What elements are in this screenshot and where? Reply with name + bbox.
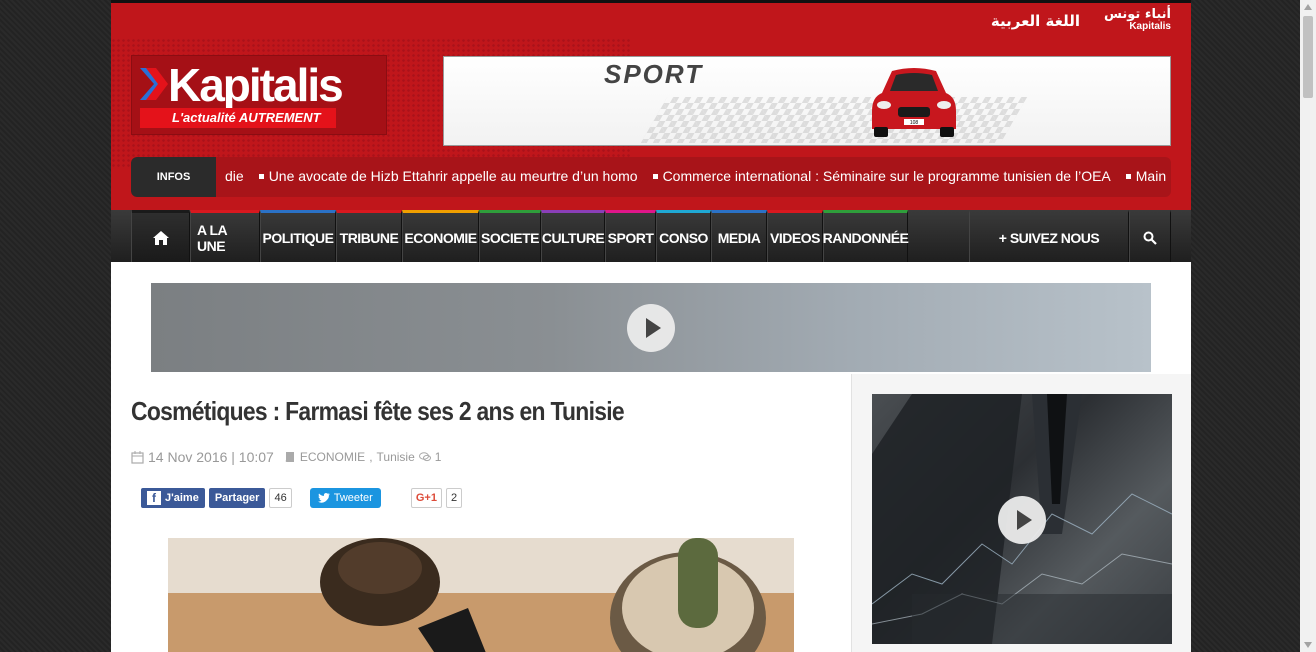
nav-item-economie[interactable]: ECONOMIE bbox=[402, 210, 479, 262]
nav-item-label: A LA UNE bbox=[197, 221, 227, 254]
article-photo bbox=[168, 538, 794, 652]
nav-item-sport[interactable]: SPORT bbox=[605, 210, 656, 262]
share-label: Partager bbox=[214, 492, 260, 504]
ticker-bullet bbox=[258, 173, 264, 179]
logo-tagline: L'actualité AUTREMENT bbox=[140, 108, 336, 128]
nav-right: + SUIVEZ NOUS bbox=[969, 210, 1171, 262]
nav-item-tribune[interactable]: TRIBUNE bbox=[336, 210, 402, 262]
logo-tagline-b: AUTREMENT bbox=[238, 110, 321, 125]
nav-item-label: TRIBUNE bbox=[339, 229, 399, 246]
nav-item-videos[interactable]: VIDEOS bbox=[767, 210, 823, 262]
scroll-thumb[interactable] bbox=[1303, 16, 1313, 98]
nav-item-societe[interactable]: SOCIETE bbox=[479, 210, 541, 262]
banner-sport-text: SPORT bbox=[604, 59, 704, 89]
twitter-bird-icon bbox=[317, 493, 330, 503]
ticker-item[interactable]: Main bbox=[1136, 168, 1166, 184]
facebook-like-button[interactable]: f J'aime bbox=[141, 488, 205, 508]
search-button[interactable] bbox=[1129, 210, 1171, 262]
ticker-bullet bbox=[1125, 173, 1131, 179]
arabic-site-logo[interactable]: أنباء تونس Kapitalis bbox=[1104, 7, 1171, 33]
news-ticker: INFOS die Une avocate de Hizb Ettahrir ap… bbox=[131, 157, 1171, 197]
nav-item-label: ECONOMIE bbox=[404, 229, 477, 246]
scroll-up-arrow-icon[interactable] bbox=[1304, 4, 1312, 10]
nav-item-label: MEDIA bbox=[717, 229, 761, 246]
home-icon bbox=[152, 230, 169, 245]
ticker-label: INFOS bbox=[131, 157, 216, 197]
article-comments-count[interactable]: 1 bbox=[435, 450, 442, 464]
calendar-icon bbox=[131, 450, 144, 464]
site-logo[interactable]: Kapitalis L'actualité AUTREMENT bbox=[131, 55, 387, 135]
nav-item-media[interactable]: MEDIA bbox=[711, 210, 767, 262]
plate-text: 108 bbox=[910, 120, 919, 126]
nav-item-label: SPORT bbox=[607, 229, 654, 246]
article-category[interactable]: ECONOMIE bbox=[300, 450, 365, 464]
play-icon[interactable] bbox=[627, 304, 675, 352]
car-image: 108 bbox=[872, 68, 956, 137]
nav-item-conso[interactable]: CONSO bbox=[656, 210, 711, 262]
follow-us-label: + SUIVEZ NOUS bbox=[998, 229, 1100, 246]
sidebar-video-ad[interactable] bbox=[872, 394, 1172, 644]
google-plus-button[interactable]: G+1 bbox=[410, 488, 442, 508]
comments-icon bbox=[418, 452, 431, 462]
page: اللغة العربية أنباء تونس Kapitalis Kapit… bbox=[111, 0, 1191, 652]
article-title: Cosmétiques : Farmasi fête ses 2 ans en … bbox=[131, 396, 625, 426]
nav-items: A LA UNE POLITIQUE TRIBUNE ECONOMIE SOCIETE C… bbox=[131, 210, 909, 262]
nav-item-label: RANDONNÉE bbox=[822, 229, 909, 246]
facebook-share-button[interactable]: Partager bbox=[208, 488, 266, 508]
article-meta: 14 Nov 2016 | 10:07 ECONOMIE, Tunisie 1 bbox=[131, 449, 831, 465]
logo-name: Kapitalis bbox=[168, 59, 344, 111]
nav-item-label: POLITIQUE bbox=[262, 229, 334, 246]
video-ad-strip[interactable] bbox=[151, 283, 1151, 372]
nav-item-randonnée[interactable]: RANDONNÉE bbox=[822, 210, 909, 262]
nav-item-a-la-une[interactable]: A LA UNE bbox=[190, 210, 260, 262]
logo-tagline-a: L'actualité bbox=[172, 110, 236, 125]
article-date: 14 Nov 2016 | 10:07 bbox=[148, 449, 274, 465]
nav-item-label: CONSO bbox=[659, 229, 708, 246]
page-scrollbar[interactable] bbox=[1300, 0, 1316, 652]
checkered-flag-graphic bbox=[640, 97, 1028, 143]
arabic-logo-text: أنباء تونس bbox=[1104, 7, 1171, 22]
play-icon[interactable] bbox=[998, 496, 1046, 544]
tweet-button[interactable]: Tweeter bbox=[309, 488, 381, 508]
share-count: 46 bbox=[269, 488, 292, 508]
article-image bbox=[168, 538, 794, 652]
ticker-item[interactable]: Une avocate de Hizb Ettahrir appelle au … bbox=[269, 168, 638, 184]
logo-chevron-icon bbox=[140, 68, 168, 100]
ticker-items: die Une avocate de Hizb Ettahrir appelle … bbox=[225, 157, 1171, 197]
search-icon bbox=[1143, 231, 1157, 245]
facebook-icon: f bbox=[147, 491, 161, 505]
follow-us-button[interactable]: + SUIVEZ NOUS bbox=[969, 210, 1129, 262]
social-buttons: f J'aime Partager 46 Tweeter G+1 2 bbox=[141, 488, 463, 508]
ticker-bullet bbox=[652, 173, 658, 179]
article-tag[interactable]: Tunisie bbox=[377, 450, 415, 464]
google-plus-count: 2 bbox=[445, 488, 463, 508]
main-nav: A LA UNE POLITIQUE TRIBUNE ECONOMIE SOCIETE C… bbox=[111, 210, 1191, 262]
arabic-language-link[interactable]: اللغة العربية bbox=[991, 12, 1080, 30]
site-header: اللغة العربية أنباء تونس Kapitalis Kapit… bbox=[111, 0, 1191, 210]
ticker-item[interactable]: die bbox=[225, 168, 244, 184]
like-label: J'aime bbox=[165, 492, 199, 504]
nav-item-politique[interactable]: POLITIQUE bbox=[260, 210, 336, 262]
arabic-logo-sub: Kapitalis bbox=[1129, 21, 1171, 32]
top-bar: اللغة العربية أنباء تونس Kapitalis bbox=[991, 7, 1171, 35]
ad-banner[interactable]: SPORT 108 bbox=[443, 56, 1171, 146]
nav-item-culture[interactable]: CULTURE bbox=[541, 210, 605, 262]
sidebar bbox=[851, 374, 1191, 652]
ticker-item[interactable]: Commerce international : Séminaire sur l… bbox=[663, 168, 1111, 184]
book-icon bbox=[285, 452, 294, 462]
nav-item-label: VIDEOS bbox=[770, 229, 820, 246]
nav-item-label: SOCIETE bbox=[481, 229, 539, 246]
tweet-label: Tweeter bbox=[333, 492, 373, 504]
article: Cosmétiques : Farmasi fête ses 2 ans en … bbox=[131, 396, 831, 652]
scroll-down-arrow-icon[interactable] bbox=[1304, 642, 1312, 648]
nav-home[interactable] bbox=[131, 210, 190, 262]
nav-item-label: CULTURE bbox=[541, 229, 605, 246]
